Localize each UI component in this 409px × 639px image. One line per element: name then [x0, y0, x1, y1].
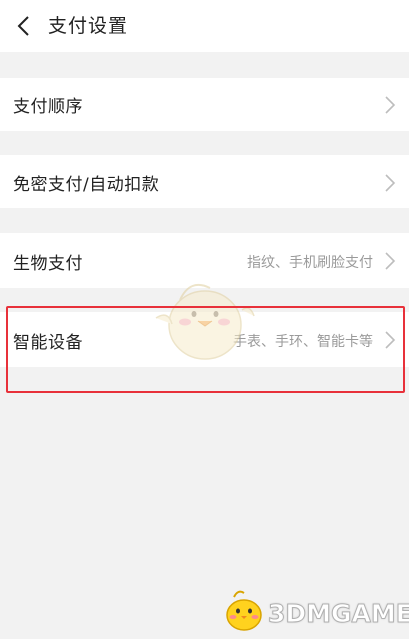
watermark-text: 3DMGAME	[268, 599, 409, 629]
row-payment-order[interactable]: 支付顺序	[0, 78, 409, 131]
row-label: 免密支付/自动扣款	[13, 175, 160, 195]
row-password-free-payment[interactable]: 免密支付/自动扣款	[0, 155, 409, 208]
chevron-right-icon	[385, 331, 396, 349]
back-chevron-icon	[17, 16, 29, 36]
site-watermark: 3DMGAME	[216, 585, 409, 635]
back-button[interactable]	[8, 10, 38, 42]
mascot-logo-icon	[226, 590, 262, 631]
page-title: 支付设置	[48, 15, 129, 37]
row-sub-label: 手表、手环、智能卡等	[233, 334, 373, 350]
chevron-right-icon	[385, 96, 396, 114]
chevron-right-icon	[385, 174, 396, 192]
row-smart-devices[interactable]: 智能设备 手表、手环、智能卡等	[0, 312, 409, 367]
chevron-right-icon	[385, 252, 396, 270]
row-label: 生物支付	[13, 254, 83, 274]
header-bar: 支付设置	[0, 0, 409, 52]
row-label: 支付顺序	[13, 97, 83, 117]
row-label: 智能设备	[13, 333, 83, 353]
row-sub-label: 指纹、手机刷脸支付	[247, 255, 373, 271]
row-biometric-payment[interactable]: 生物支付 指纹、手机刷脸支付	[0, 233, 409, 288]
